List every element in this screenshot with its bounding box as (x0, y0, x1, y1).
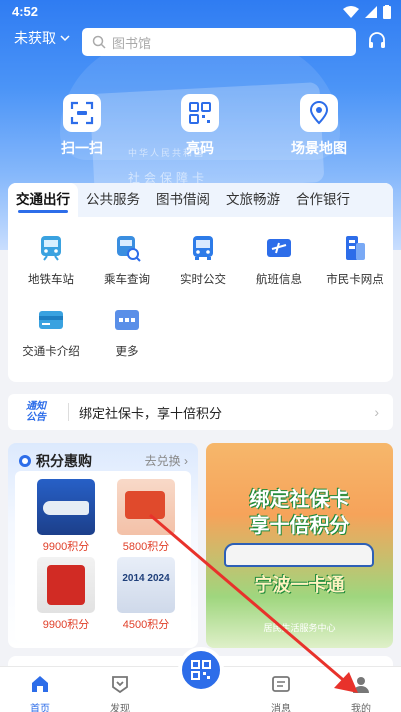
quick-action-label: 场景地图 (291, 140, 347, 156)
notice-bar[interactable]: 通知 公告 绑定社保卡，享十倍积分 › (8, 394, 393, 430)
banner-line1: 绑定社保卡 (249, 489, 350, 511)
train-model-image (37, 479, 95, 535)
quick-action-show-code[interactable]: 亮码 (160, 94, 240, 158)
promo-banner[interactable]: 绑定社保卡 享十倍积分 宁波一卡通 居民生活服务中心 (206, 443, 393, 648)
notice-divider (68, 403, 69, 421)
points-exchange-label: 去兑换 (144, 454, 181, 468)
bus-search-icon (110, 231, 144, 265)
points-mall-title-text: 积分惠购 (36, 453, 92, 469)
tab-public-service[interactable]: 公共服务 (78, 183, 148, 217)
banner-subtitle: 居民生活服务中心 (263, 623, 336, 633)
status-time: 4:52 (12, 4, 39, 19)
customer-service-icon[interactable] (367, 31, 387, 51)
service-citizen-card-outlets[interactable]: 市民卡网点 (317, 231, 393, 287)
points-coin-icon (19, 455, 31, 467)
status-bar: 4:52 (0, 0, 401, 24)
service-tabs: 交通出行 公共服务 图书借阅 文旅畅游 合作银行 (8, 183, 393, 217)
message-icon (272, 676, 290, 692)
wifi-icon (343, 6, 359, 18)
points-mall-title: 积分惠购 (18, 451, 92, 471)
bus-icon (186, 231, 220, 265)
product-item[interactable]: 2014 2024 4500积分 (115, 557, 177, 632)
service-ride-query[interactable]: 乘车查询 (89, 231, 165, 287)
robot-toy-image (37, 557, 95, 613)
qr-code-icon (181, 94, 219, 132)
service-realtime-bus[interactable]: 实时公交 (165, 231, 241, 287)
points-products: 9900积分 5800积分 9900积分 2014 2024 4500积分 (15, 471, 191, 642)
red-card-image (117, 479, 175, 535)
home-icon (32, 676, 48, 692)
product-item[interactable]: 9900积分 (35, 557, 97, 632)
chevron-down-icon (60, 34, 70, 41)
service-label: 交通卡介绍 (22, 346, 80, 358)
quick-action-scan[interactable]: 扫一扫 (42, 94, 122, 158)
top-bar: 未获取 图书馆 (0, 26, 401, 58)
service-label: 地铁车站 (28, 274, 74, 286)
notice-badge-line1: 通知 (26, 401, 46, 412)
search-input[interactable]: 图书馆 (82, 28, 356, 56)
service-label: 乘车查询 (104, 274, 150, 286)
flight-icon (262, 231, 296, 265)
tab-profile[interactable]: 我的 (331, 673, 391, 712)
service-more[interactable]: 更多 (89, 303, 165, 359)
product-points: 9900积分 (42, 541, 90, 553)
banner-line3: 宁波一卡通 (254, 575, 345, 595)
building-icon (338, 231, 372, 265)
points-exchange-link[interactable]: 去兑换 › (145, 452, 188, 469)
service-label: 实时公交 (180, 274, 226, 286)
tab-label: 首页 (30, 704, 50, 712)
tab-messages[interactable]: 消息 (251, 673, 311, 712)
tab-partner-banks[interactable]: 合作银行 (288, 183, 358, 217)
more-grid-icon (110, 303, 144, 337)
tab-label: 发现 (110, 704, 130, 712)
tab-transport[interactable]: 交通出行 (8, 183, 78, 217)
notice-badge-line2: 公告 (26, 412, 46, 423)
tab-label: 我的 (351, 704, 371, 712)
service-metro-station[interactable]: 地铁车站 (13, 231, 89, 287)
search-placeholder: 图书馆 (112, 35, 152, 51)
tab-label: 消息 (271, 704, 291, 712)
product-points: 5800积分 (122, 541, 170, 553)
calendar-text: 2014 2024 (122, 573, 170, 584)
battery-icon (383, 5, 391, 19)
chevron-right-icon: › (184, 454, 188, 468)
notice-text: 绑定社保卡，享十倍积分 (79, 405, 223, 421)
product-item[interactable]: 5800积分 (115, 479, 177, 554)
service-label: 航班信息 (256, 274, 302, 286)
location-selector[interactable]: 未获取 (14, 28, 70, 48)
location-label: 未获取 (14, 30, 56, 46)
banner-line2: 享十倍积分 (249, 515, 350, 537)
tab-culture-travel[interactable]: 文旅畅游 (218, 183, 288, 217)
discover-icon (112, 676, 128, 694)
service-label: 更多 (115, 346, 139, 358)
search-icon (92, 35, 106, 49)
calendar-2024-image: 2014 2024 (117, 557, 175, 613)
service-flight-info[interactable]: 航班信息 (241, 231, 317, 287)
map-pin-icon (300, 94, 338, 132)
product-points: 4500积分 (122, 619, 170, 631)
center-qr-button[interactable] (178, 647, 224, 693)
points-mall-card: 积分惠购 去兑换 › 9900积分 5800积分 9900积分 2014 202… (8, 443, 198, 648)
product-item[interactable]: 9900积分 (35, 479, 97, 554)
metro-icon (34, 231, 68, 265)
service-transit-card-intro[interactable]: 交通卡介绍 (13, 303, 89, 359)
card-icon (34, 303, 68, 337)
banner-bus-illustration (224, 543, 374, 567)
service-label: 市民卡网点 (326, 274, 384, 286)
bottom-tab-bar: 首页 发现 消息 我的 (0, 647, 401, 712)
profile-icon (353, 677, 369, 693)
chevron-right-icon: › (374, 404, 379, 420)
signal-icon (365, 6, 377, 18)
qr-scan-center-icon (191, 660, 211, 680)
tab-library[interactable]: 图书借阅 (148, 183, 218, 217)
notice-badge: 通知 公告 (18, 401, 54, 423)
tab-home[interactable]: 首页 (10, 673, 70, 712)
product-points: 9900积分 (42, 619, 90, 631)
scan-icon (63, 94, 101, 132)
service-panel: 交通出行 公共服务 图书借阅 文旅畅游 合作银行 地铁车站 乘车查询 实时公交 … (8, 183, 393, 382)
quick-action-scene-map[interactable]: 场景地图 (279, 94, 359, 158)
quick-action-label: 亮码 (186, 140, 214, 156)
tab-discover[interactable]: 发现 (90, 673, 150, 712)
quick-action-label: 扫一扫 (61, 140, 103, 156)
